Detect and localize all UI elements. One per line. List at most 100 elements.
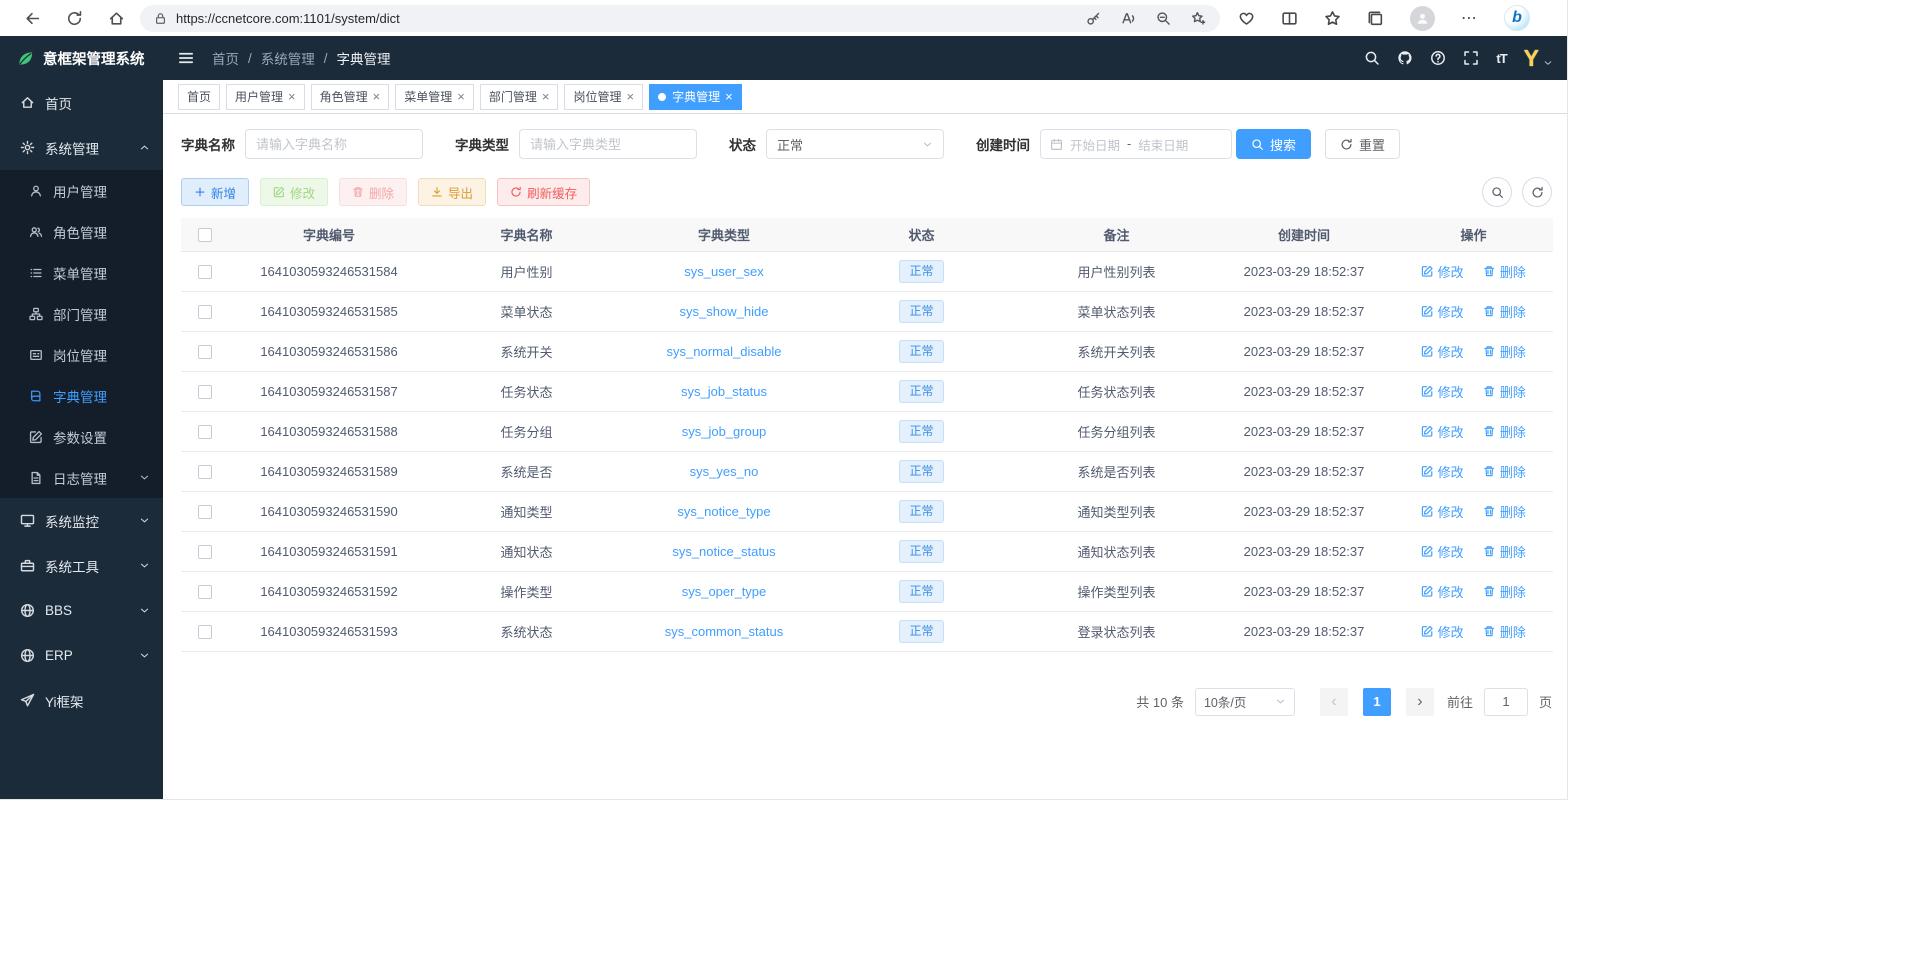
row-edit-link[interactable]: 修改 xyxy=(1421,342,1464,361)
prev-page-button[interactable]: ‹ xyxy=(1320,688,1348,716)
dict-type-link[interactable]: sys_normal_disable xyxy=(667,344,782,359)
sidebar-item-system-tools[interactable]: 系统工具 xyxy=(0,543,163,588)
sidebar-item-system-monitor[interactable]: 系统监控 xyxy=(0,498,163,543)
browser-essentials-button[interactable] xyxy=(1238,10,1255,27)
tab-close-icon[interactable]: × xyxy=(626,90,634,103)
sidebar-item-role-mgmt[interactable]: 角色管理 xyxy=(0,211,163,252)
read-aloud-icon[interactable] xyxy=(1121,11,1136,26)
sidebar-toggle-button[interactable] xyxy=(177,49,195,67)
row-checkbox[interactable] xyxy=(198,585,212,599)
search-button[interactable]: 搜索 xyxy=(1236,129,1311,159)
row-edit-link[interactable]: 修改 xyxy=(1421,422,1464,441)
tab-close-icon[interactable]: × xyxy=(725,90,733,103)
tab-user-mgmt[interactable]: 用户管理× xyxy=(226,84,305,110)
dict-name-input[interactable] xyxy=(245,129,423,159)
sidebar-item-dict-mgmt[interactable]: 字典管理 xyxy=(0,375,163,416)
favorites-button[interactable] xyxy=(1324,10,1341,27)
add-button[interactable]: 新增 xyxy=(181,178,249,206)
tab-home[interactable]: 首页 xyxy=(178,84,220,110)
refresh-table-button[interactable] xyxy=(1522,177,1552,207)
row-delete-link[interactable]: 删除 xyxy=(1483,382,1526,401)
address-bar[interactable]: https://ccnetcore.com:1101/system/dict xyxy=(140,5,1220,32)
row-edit-link[interactable]: 修改 xyxy=(1421,462,1464,481)
row-edit-link[interactable]: 修改 xyxy=(1421,302,1464,321)
dict-type-link[interactable]: sys_user_sex xyxy=(684,264,763,279)
tab-close-icon[interactable]: × xyxy=(288,90,296,103)
dict-type-link[interactable]: sys_show_hide xyxy=(680,304,769,319)
tab-close-icon[interactable]: × xyxy=(373,90,381,103)
reset-button[interactable]: 重置 xyxy=(1325,129,1400,159)
row-checkbox[interactable] xyxy=(198,425,212,439)
user-avatar-menu[interactable]: Y xyxy=(1524,45,1553,71)
browser-profile-avatar[interactable] xyxy=(1410,6,1435,31)
add-favorite-icon[interactable] xyxy=(1191,11,1206,26)
row-checkbox[interactable] xyxy=(198,305,212,319)
row-edit-link[interactable]: 修改 xyxy=(1421,262,1464,281)
breadcrumb-home[interactable]: 首页 xyxy=(212,48,239,68)
sidebar-item-dept-mgmt[interactable]: 部门管理 xyxy=(0,293,163,334)
sidebar-item-log-mgmt[interactable]: 日志管理 xyxy=(0,457,163,498)
row-checkbox[interactable] xyxy=(198,505,212,519)
tab-close-icon[interactable]: × xyxy=(542,90,550,103)
row-checkbox[interactable] xyxy=(198,625,212,639)
row-delete-link[interactable]: 删除 xyxy=(1483,622,1526,641)
edit-button[interactable]: 修改 xyxy=(260,178,328,206)
date-range-picker[interactable]: 开始日期 - 结束日期 xyxy=(1040,129,1232,159)
select-all-checkbox[interactable] xyxy=(198,228,212,242)
toggle-search-button[interactable] xyxy=(1482,177,1512,207)
row-checkbox[interactable] xyxy=(198,545,212,559)
row-delete-link[interactable]: 删除 xyxy=(1483,302,1526,321)
dict-type-link[interactable]: sys_job_group xyxy=(682,424,767,439)
tab-menu-mgmt[interactable]: 菜单管理× xyxy=(395,84,474,110)
row-delete-link[interactable]: 删除 xyxy=(1483,542,1526,561)
row-delete-link[interactable]: 删除 xyxy=(1483,582,1526,601)
collections-button[interactable] xyxy=(1367,10,1384,27)
help-button[interactable] xyxy=(1430,50,1446,66)
row-edit-link[interactable]: 修改 xyxy=(1421,382,1464,401)
sidebar-item-user-mgmt[interactable]: 用户管理 xyxy=(0,170,163,211)
dict-type-link[interactable]: sys_notice_type xyxy=(677,504,770,519)
row-checkbox[interactable] xyxy=(198,345,212,359)
row-edit-link[interactable]: 修改 xyxy=(1421,622,1464,641)
row-checkbox[interactable] xyxy=(198,385,212,399)
tab-dict-mgmt[interactable]: 字典管理× xyxy=(649,84,742,110)
header-search-button[interactable] xyxy=(1364,50,1380,66)
bing-copilot-button[interactable]: b xyxy=(1504,5,1530,31)
sidebar-item-param-settings[interactable]: 参数设置 xyxy=(0,416,163,457)
browser-refresh-button[interactable] xyxy=(56,3,92,33)
delete-button[interactable]: 删除 xyxy=(339,178,407,206)
breadcrumb-system-mgmt[interactable]: 系统管理 xyxy=(261,48,315,68)
sidebar-item-yi-framework[interactable]: Yi框架 xyxy=(0,678,163,723)
goto-page-input[interactable] xyxy=(1484,688,1528,716)
dict-type-link[interactable]: sys_notice_status xyxy=(672,544,775,559)
tab-post-mgmt[interactable]: 岗位管理× xyxy=(564,84,643,110)
dict-type-link[interactable]: sys_oper_type xyxy=(682,584,767,599)
row-edit-link[interactable]: 修改 xyxy=(1421,582,1464,601)
browser-back-button[interactable] xyxy=(14,3,50,33)
fullscreen-button[interactable] xyxy=(1463,50,1479,66)
row-checkbox[interactable] xyxy=(198,465,212,479)
row-edit-link[interactable]: 修改 xyxy=(1421,502,1464,521)
export-button[interactable]: 导出 xyxy=(418,178,486,206)
sidebar-item-bbs[interactable]: BBS xyxy=(0,588,163,633)
browser-home-button[interactable] xyxy=(98,3,134,33)
refresh-cache-button[interactable]: 刷新缓存 xyxy=(497,178,590,206)
password-key-icon[interactable] xyxy=(1086,11,1101,26)
split-screen-button[interactable] xyxy=(1281,10,1298,27)
dict-type-link[interactable]: sys_common_status xyxy=(665,624,784,639)
sidebar-item-menu-mgmt[interactable]: 菜单管理 xyxy=(0,252,163,293)
sidebar-item-post-mgmt[interactable]: 岗位管理 xyxy=(0,334,163,375)
sidebar-item-system-mgmt[interactable]: 系统管理 xyxy=(0,125,163,170)
github-link[interactable] xyxy=(1397,50,1413,66)
row-delete-link[interactable]: 删除 xyxy=(1483,422,1526,441)
zoom-out-icon[interactable] xyxy=(1156,11,1171,26)
next-page-button[interactable]: › xyxy=(1406,688,1434,716)
row-delete-link[interactable]: 删除 xyxy=(1483,342,1526,361)
tab-close-icon[interactable]: × xyxy=(457,90,465,103)
browser-menu-button[interactable]: ⋯ xyxy=(1461,8,1478,28)
row-checkbox[interactable] xyxy=(198,265,212,279)
page-size-select[interactable]: 10条/页 xyxy=(1195,688,1295,716)
tab-role-mgmt[interactable]: 角色管理× xyxy=(311,84,390,110)
dict-type-link[interactable]: sys_job_status xyxy=(681,384,767,399)
sidebar-item-erp[interactable]: ERP xyxy=(0,633,163,678)
